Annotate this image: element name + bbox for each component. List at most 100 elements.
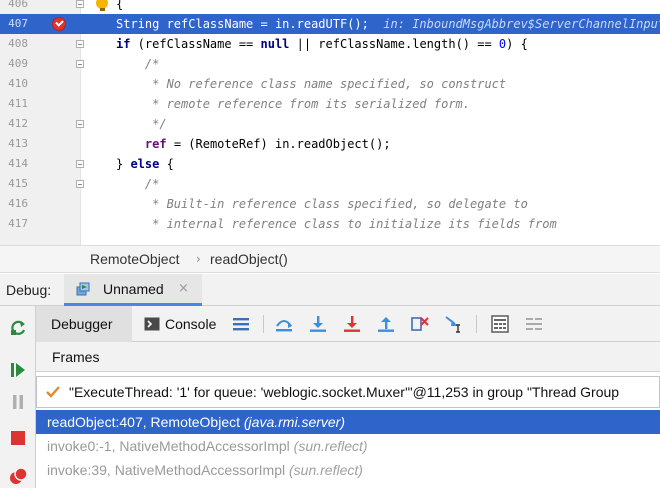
code-editor[interactable]: 406 {407 String refClassName = in.readUTF(… [0, 0, 660, 245]
code-line[interactable]: 417 * internal reference class to initia… [0, 214, 660, 234]
line-number[interactable]: 410 [0, 74, 28, 94]
code-line[interactable]: 409 /* [0, 54, 660, 74]
code-text: String refClassName = in.readUTF(); in: … [116, 14, 660, 34]
code-line[interactable]: 412 */ [0, 114, 660, 134]
tab-console[interactable]: Console [136, 306, 228, 342]
code-text: } else { [116, 154, 174, 174]
fold-marker-icon[interactable] [76, 160, 84, 168]
code-text: * No reference class name specified, so … [116, 74, 506, 94]
code-token: } [116, 157, 131, 171]
frame-method: readObject:407, RemoteObject [47, 414, 244, 430]
debugger-toolbar: Debugger Console [36, 306, 660, 342]
close-icon[interactable]: × [178, 274, 189, 304]
code-token: || refClassName.length() == [289, 37, 499, 51]
line-number[interactable]: 409 [0, 54, 28, 74]
code-line[interactable]: 407 String refClassName = in.readUTF(); i… [0, 14, 660, 34]
lightbulb-icon[interactable] [96, 0, 108, 11]
code-line[interactable]: 408 if (refClassName == null || refClassN… [0, 34, 660, 54]
frame-method: invoke:39, NativeMethodAccessorImpl [47, 462, 289, 478]
code-text: { [116, 0, 123, 14]
code-token: * internal reference class to initialize… [116, 217, 557, 231]
code-token: { [116, 0, 124, 11]
code-line[interactable]: 410 * No reference class name specified,… [0, 74, 660, 94]
step-out-icon[interactable] [376, 314, 396, 334]
code-token: */ [116, 117, 167, 131]
frame-package: (java.rmi.server) [243, 414, 346, 430]
session-tab-label: Unnamed [103, 281, 164, 297]
view-breakpoints-icon[interactable] [8, 466, 28, 486]
line-number[interactable]: 412 [0, 114, 28, 134]
stack-frame[interactable]: invoke:39, NativeMethodAccessorImpl (sun… [36, 458, 660, 482]
code-text: if (refClassName == null || refClassName… [116, 34, 528, 54]
frames-list: readObject:407, RemoteObject (java.rmi.s… [36, 410, 660, 488]
code-token: = (RemoteRef) in.readObject(); [166, 137, 391, 151]
code-token: /* [116, 57, 160, 71]
code-token: * No reference class name specified, so … [116, 77, 507, 91]
stop-icon[interactable] [8, 428, 28, 448]
line-number[interactable]: 407 [0, 14, 28, 34]
code-token: { [159, 157, 174, 171]
breadcrumb-class[interactable]: RemoteObject [90, 246, 179, 273]
code-token: else [130, 157, 160, 171]
tab-console-label: Console [165, 316, 217, 332]
pause-icon[interactable] [8, 392, 28, 412]
stack-frame[interactable]: invoke0:-1, NativeMethodAccessorImpl (su… [36, 434, 660, 458]
line-number[interactable]: 415 [0, 174, 28, 194]
drop-frame-icon[interactable] [410, 314, 430, 334]
frames-header: Frames [36, 342, 660, 372]
line-number[interactable]: 413 [0, 134, 28, 154]
evaluate-expression-icon[interactable] [490, 314, 510, 334]
debug-title: Debug: [6, 282, 52, 298]
stack-frame[interactable]: readObject:407, RemoteObject (java.rmi.s… [36, 410, 660, 434]
code-token: in: InboundMsgAbbrev$ServerChannelInputS… [383, 17, 660, 31]
code-text: * internal reference class to initialize… [116, 214, 557, 234]
line-number[interactable]: 417 [0, 214, 28, 234]
line-number[interactable]: 408 [0, 34, 28, 54]
fold-marker-icon[interactable] [76, 120, 84, 128]
code-line[interactable]: 414} else { [0, 154, 660, 174]
fold-marker-icon[interactable] [76, 180, 84, 188]
frames-title[interactable]: Frames [52, 342, 99, 372]
run-to-cursor-icon[interactable] [444, 314, 464, 334]
code-token: null [260, 37, 290, 51]
breadcrumb: RemoteObject › readObject() [0, 245, 660, 273]
code-line[interactable]: 416 * Built-in reference class specified… [0, 194, 660, 214]
breadcrumb-method[interactable]: readObject() [210, 246, 288, 273]
code-line[interactable]: 413 ref = (RemoteRef) in.readObject(); [0, 134, 660, 154]
trace-icon[interactable] [524, 314, 544, 334]
step-into-icon[interactable] [342, 314, 362, 334]
show-execution-point-icon[interactable] [274, 314, 294, 334]
code-text: /* [116, 54, 159, 74]
code-text: * remote reference from its serialized f… [116, 94, 470, 114]
code-token: if [116, 37, 131, 51]
code-line[interactable]: 406 { [0, 0, 660, 14]
line-number[interactable]: 406 [0, 0, 28, 14]
toolbar-separator [263, 315, 264, 333]
breakpoint-icon[interactable] [52, 17, 66, 31]
line-number[interactable]: 414 [0, 154, 28, 174]
code-text: ref = (RemoteRef) in.readObject(); [116, 134, 391, 154]
step-over-icon[interactable] [308, 314, 328, 334]
code-token: /* [116, 177, 160, 191]
console-icon [144, 317, 160, 331]
thread-selector[interactable]: "ExecuteThread: '1' for queue: 'weblogic… [36, 376, 660, 408]
fold-marker-icon[interactable] [76, 60, 84, 68]
code-line[interactable]: 415 /* [0, 174, 660, 194]
code-text: * Built-in reference class specified, so… [116, 194, 528, 214]
resume-icon[interactable] [8, 360, 28, 380]
code-token: (refClassName == [130, 37, 261, 51]
code-token: * Built-in reference class specified, so… [116, 197, 528, 211]
line-number[interactable]: 411 [0, 94, 28, 114]
tab-debugger[interactable]: Debugger [36, 306, 132, 342]
check-icon [46, 386, 60, 398]
layout-menu-icon[interactable] [231, 314, 251, 334]
code-line[interactable]: 411 * remote reference from its serializ… [0, 94, 660, 114]
rerun-icon[interactable] [8, 318, 28, 338]
line-number[interactable]: 416 [0, 194, 28, 214]
frame-package: (sun.reflect) [289, 462, 363, 478]
frame-package: (sun.reflect) [293, 438, 368, 454]
debug-session-tab[interactable]: Unnamed × [64, 274, 202, 306]
fold-marker-icon[interactable] [76, 40, 84, 48]
fold-marker-icon[interactable] [76, 0, 84, 8]
debug-tool-window-header: Debug: Unnamed × [0, 274, 660, 306]
